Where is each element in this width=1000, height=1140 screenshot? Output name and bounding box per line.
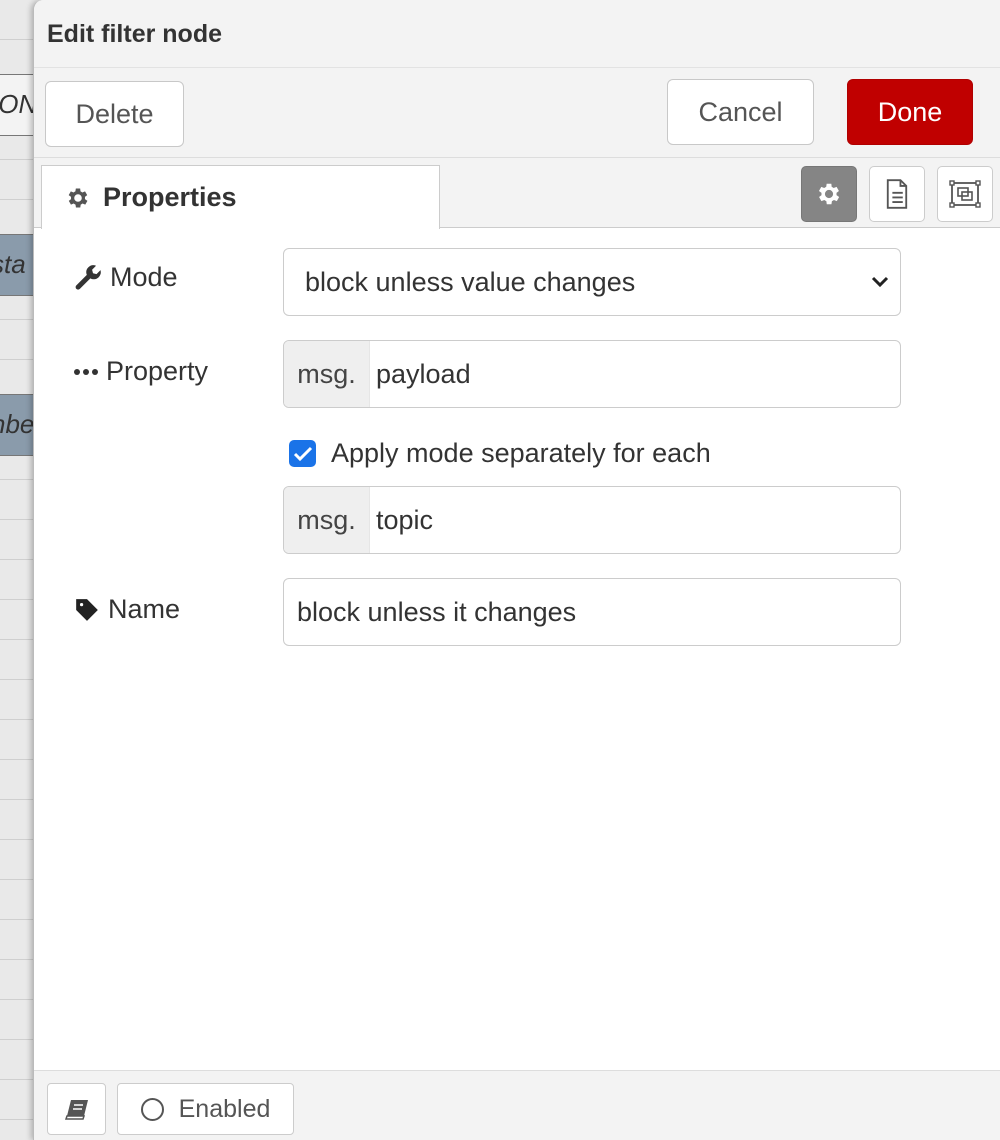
name-label: Name: [74, 594, 180, 625]
dialog-tab-bar: Properties: [34, 158, 1000, 229]
ellipsis-icon: [74, 368, 98, 375]
done-button[interactable]: Done: [847, 79, 973, 145]
apply-separately-label: Apply mode separately for each: [331, 438, 711, 468]
enabled-label: Enabled: [178, 1094, 271, 1123]
chevron-down-icon: [871, 276, 889, 288]
cancel-button[interactable]: Cancel: [667, 79, 814, 145]
tab-node-appearance[interactable]: [937, 166, 993, 222]
property-label: Property: [74, 356, 208, 387]
dialog-title: Edit filter node: [47, 20, 222, 48]
edit-node-dialog: Edit filter node Delete Cancel Done Prop…: [33, 0, 1000, 1140]
gear-icon: [68, 187, 88, 208]
apply-separately-checkbox[interactable]: [289, 440, 316, 467]
property-type-selector[interactable]: msg.: [284, 341, 370, 407]
mode-select[interactable]: block unless value changes: [283, 248, 901, 316]
canvas-node-label: ION: [0, 89, 38, 119]
book-icon: [64, 1100, 88, 1120]
enabled-toggle[interactable]: Enabled: [117, 1083, 294, 1135]
name-input[interactable]: block unless it changes: [284, 597, 576, 628]
topic-input[interactable]: topic: [370, 505, 433, 536]
dialog-toolbar: Delete Cancel Done: [34, 68, 1000, 158]
tab-properties-label: Properties: [103, 182, 237, 212]
topic-type-selector[interactable]: msg.: [284, 487, 370, 553]
checkmark-icon: [293, 446, 312, 461]
wrench-icon: [75, 264, 101, 290]
delete-button[interactable]: Delete: [45, 81, 184, 147]
property-input[interactable]: payload: [370, 359, 471, 390]
property-label-text: Property: [106, 356, 209, 386]
dialog-header: Edit filter node: [34, 0, 1000, 68]
gear-icon: [818, 183, 840, 205]
circle-icon: [140, 1097, 164, 1121]
canvas-node-label: nbe: [0, 409, 35, 439]
tab-node-description[interactable]: [869, 166, 925, 222]
tab-node-properties[interactable]: [801, 166, 857, 222]
document-icon: [886, 179, 908, 209]
tag-icon: [76, 598, 98, 621]
node-appearance-icon: [949, 180, 981, 208]
canvas-node-label: sta: [0, 249, 26, 279]
mode-label: Mode: [74, 262, 178, 293]
name-label-text: Name: [108, 594, 181, 624]
name-input-field[interactable]: block unless it changes: [283, 578, 901, 646]
topic-typed-input[interactable]: msg. topic: [283, 486, 901, 554]
dialog-footer: Enabled: [34, 1070, 1000, 1140]
mode-select-value: block unless value changes: [305, 266, 636, 297]
mode-label-text: Mode: [110, 262, 178, 292]
property-typed-input[interactable]: msg. payload: [283, 340, 901, 408]
node-help-button[interactable]: [47, 1083, 106, 1135]
apply-separately-row: Apply mode separately for each: [289, 438, 711, 469]
tab-properties[interactable]: Properties: [41, 165, 440, 229]
